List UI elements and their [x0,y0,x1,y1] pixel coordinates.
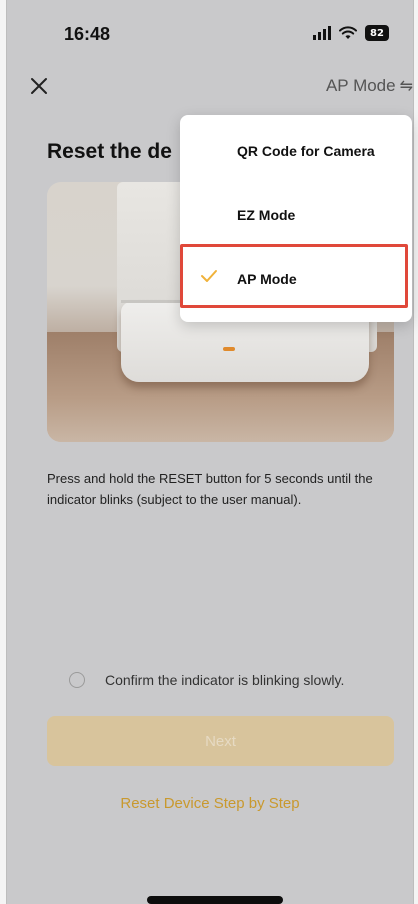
status-bar: 16:48 82 [7,0,413,70]
reset-instruction-text: Press and hold the RESET button for 5 se… [47,471,373,507]
menu-item-label: EZ Mode [237,207,296,223]
next-button[interactable]: Next [47,716,394,766]
menu-item-label: QR Code for Camera [237,143,375,159]
status-time: 16:48 [64,24,111,44]
confirm-blinking-row[interactable]: Confirm the indicator is blinking slowly… [69,672,344,688]
page-title: Reset the de [47,140,172,163]
menu-item-ez-mode[interactable]: EZ Mode [180,185,412,245]
mode-switch-label: AP Mode [325,76,396,95]
mode-switch-button[interactable]: AP Mode ⇋ [326,76,413,96]
cellular-signal-icon [313,26,331,40]
status-icons: 82 [313,25,389,41]
reset-device-step-by-step-link[interactable]: Reset Device Step by Step [7,795,413,812]
battery-icon: 82 [365,25,389,41]
confirm-label: Confirm the indicator is blinking slowly… [105,672,345,688]
home-indicator [147,896,283,904]
wifi-icon [339,26,357,39]
selection-highlight-box [180,244,408,308]
close-icon[interactable] [27,74,51,98]
swap-arrows-icon: ⇋ [399,78,413,95]
indicator-light [223,347,235,351]
confirm-radio[interactable] [69,672,85,688]
menu-item-qr-code-camera[interactable]: QR Code for Camera [180,121,412,181]
